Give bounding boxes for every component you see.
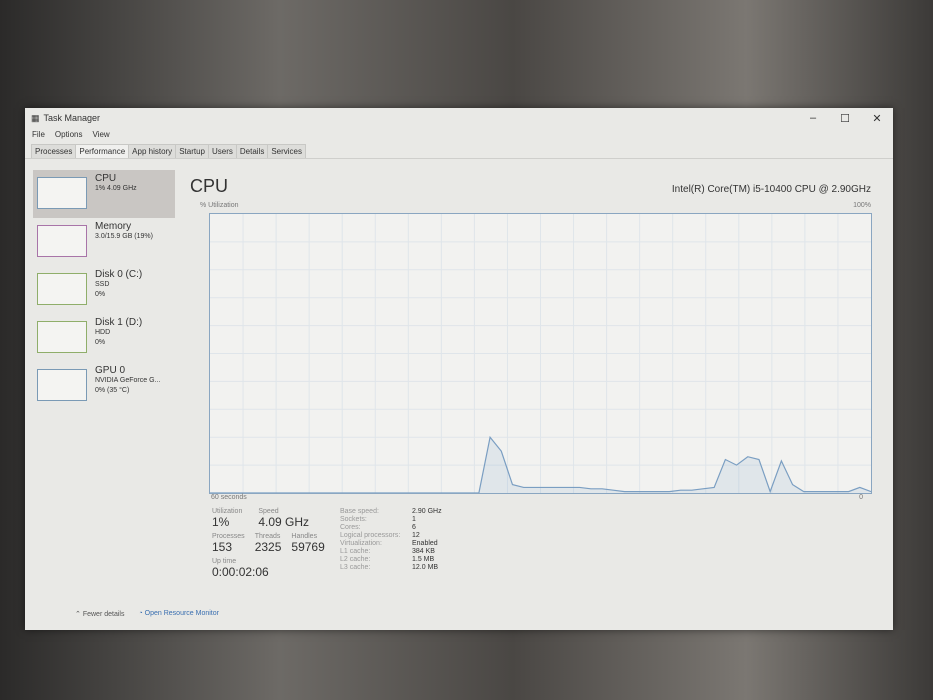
cpu-model: Intel(R) Core(TM) i5-10400 CPU @ 2.90GHz: [671, 184, 871, 195]
spec-label: L2 cache:: [340, 556, 371, 563]
item-detail: SSD: [95, 281, 110, 288]
chevron-up-icon: ⌃: [75, 611, 81, 618]
handles-label: Handles: [291, 533, 318, 540]
utilization-value: 1%: [212, 515, 230, 529]
threads-label: Threads: [254, 533, 281, 540]
panel-title: CPU: [190, 176, 229, 196]
max-label: 100%: [853, 202, 871, 209]
disk0-thumbnail-graph: [37, 273, 87, 305]
item-usage: 0%: [95, 339, 106, 346]
spec-label: L3 cache:: [340, 564, 371, 571]
tab-startup[interactable]: Startup: [175, 144, 209, 158]
spec-value: 6: [412, 524, 416, 531]
spec-value: 12.0 MB: [412, 564, 439, 571]
threads-value: 2325: [254, 540, 282, 554]
item-usage: 0% (35 °C): [95, 387, 130, 394]
cpu-specs: Base speed: 2.90 GHz Sockets: 1 Cores: 6 Logic…: [340, 508, 472, 571]
item-name: Disk 0 (C:): [95, 269, 143, 280]
item-detail: HDD: [95, 329, 111, 336]
memory-thumbnail-graph: [37, 225, 87, 257]
gpu-thumbnail-graph: [37, 369, 87, 401]
close-button[interactable]: ✕: [861, 112, 893, 125]
spec-value: 2.90 GHz: [412, 508, 442, 515]
processes-value: 153: [212, 540, 233, 554]
maximize-button[interactable]: ☐: [829, 112, 861, 125]
item-detail: 3.0/15.9 GB (19%): [95, 233, 153, 240]
spec-value: Enabled: [412, 540, 438, 547]
task-manager-window: ▦ Task Manager – ☐ ✕ File Options View Pro…: [25, 108, 893, 630]
spec-value: 1: [412, 516, 416, 523]
cpu-panel: CPU Intel(R) Core(TM) i5-10400 CPU @ 2.9…: [190, 170, 873, 630]
cpu-thumbnail-graph: [37, 177, 87, 209]
spec-label: L1 cache:: [340, 548, 371, 555]
time-axis-label: 60 seconds: [211, 494, 247, 501]
handles-value: 59769: [291, 540, 325, 554]
spec-value: 384 KB: [412, 548, 435, 555]
spec-label: Virtualization:: [340, 540, 382, 547]
speed-value: 4.09 GHz: [258, 515, 310, 529]
disk1-thumbnail-graph: [37, 321, 87, 353]
spec-label: Base speed:: [340, 508, 379, 515]
fewer-details-label: Fewer details: [82, 611, 125, 618]
open-resource-monitor-label: Open Resource Monitor: [144, 610, 219, 617]
menu-options[interactable]: Options: [55, 130, 83, 142]
sidebar-item-disk0[interactable]: Disk 0 (C:) SSD 0%: [33, 266, 175, 314]
spec-label: Logical processors:: [340, 532, 401, 539]
menu-view[interactable]: View: [92, 130, 109, 142]
item-detail: NVIDIA GeForce G...: [95, 377, 161, 384]
item-name: CPU: [95, 173, 117, 184]
sidebar-item-disk1[interactable]: Disk 1 (D:) HDD 0%: [33, 314, 175, 362]
spec-label: Sockets:: [340, 516, 367, 523]
uptime-label: Up time: [212, 558, 237, 565]
tab-services[interactable]: Services: [267, 144, 307, 158]
item-name: Disk 1 (D:): [95, 317, 143, 328]
uptime-value: 0:00:02:06: [212, 565, 269, 579]
menu-file[interactable]: File: [32, 130, 45, 142]
tab-performance[interactable]: Performance: [75, 144, 130, 158]
window-title: Task Manager: [43, 113, 101, 123]
title-bar: ▦ Task Manager – ☐ ✕: [25, 108, 893, 128]
fewer-details-button[interactable]: ⌃ Fewer details: [75, 610, 124, 618]
tab-app-history[interactable]: App history: [128, 144, 177, 158]
resource-sidebar: CPU 1% 4.09 GHz Memory 3.0/15.9 GB (19%) D…: [33, 170, 175, 410]
spec-value: 12: [412, 532, 420, 539]
spec-label: Cores:: [340, 524, 361, 531]
tab-details[interactable]: Details: [235, 144, 269, 158]
utilization-axis-label: % Utilization: [200, 202, 239, 209]
sidebar-item-memory[interactable]: Memory 3.0/15.9 GB (19%): [33, 218, 175, 266]
footer: ⌃ Fewer details ◔ Open Resource Monitor: [75, 610, 219, 618]
min-label: 0: [859, 494, 863, 501]
open-resource-monitor-link[interactable]: ◔ Open Resource Monitor: [138, 610, 219, 618]
processes-label: Processes: [212, 533, 245, 540]
menu-bar: File Options View: [25, 128, 893, 144]
tab-users[interactable]: Users: [207, 144, 237, 158]
sidebar-item-gpu0[interactable]: GPU 0 NVIDIA GeForce G... 0% (35 °C): [33, 362, 175, 410]
sidebar-item-cpu[interactable]: CPU 1% 4.09 GHz: [33, 170, 175, 218]
cpu-utilization-graph: [209, 213, 872, 494]
item-name: Memory: [95, 221, 132, 232]
tab-processes[interactable]: Processes: [31, 144, 77, 158]
speed-label: Speed: [258, 508, 279, 515]
task-manager-icon: ▦: [31, 112, 40, 123]
tab-bar: Processes Performance App history Startu…: [25, 144, 893, 159]
minimize-button[interactable]: –: [797, 112, 829, 125]
stats-block: Utilization 1% Speed 4.09 GHz Processes 153…: [212, 508, 325, 579]
spec-value: 1.5 MB: [412, 556, 435, 563]
resource-monitor-icon: ◔: [138, 610, 143, 617]
utilization-label: Utilization: [212, 508, 243, 515]
item-name: GPU 0: [95, 365, 126, 376]
item-detail: 1% 4.09 GHz: [95, 185, 137, 192]
item-usage: 0%: [95, 291, 106, 298]
